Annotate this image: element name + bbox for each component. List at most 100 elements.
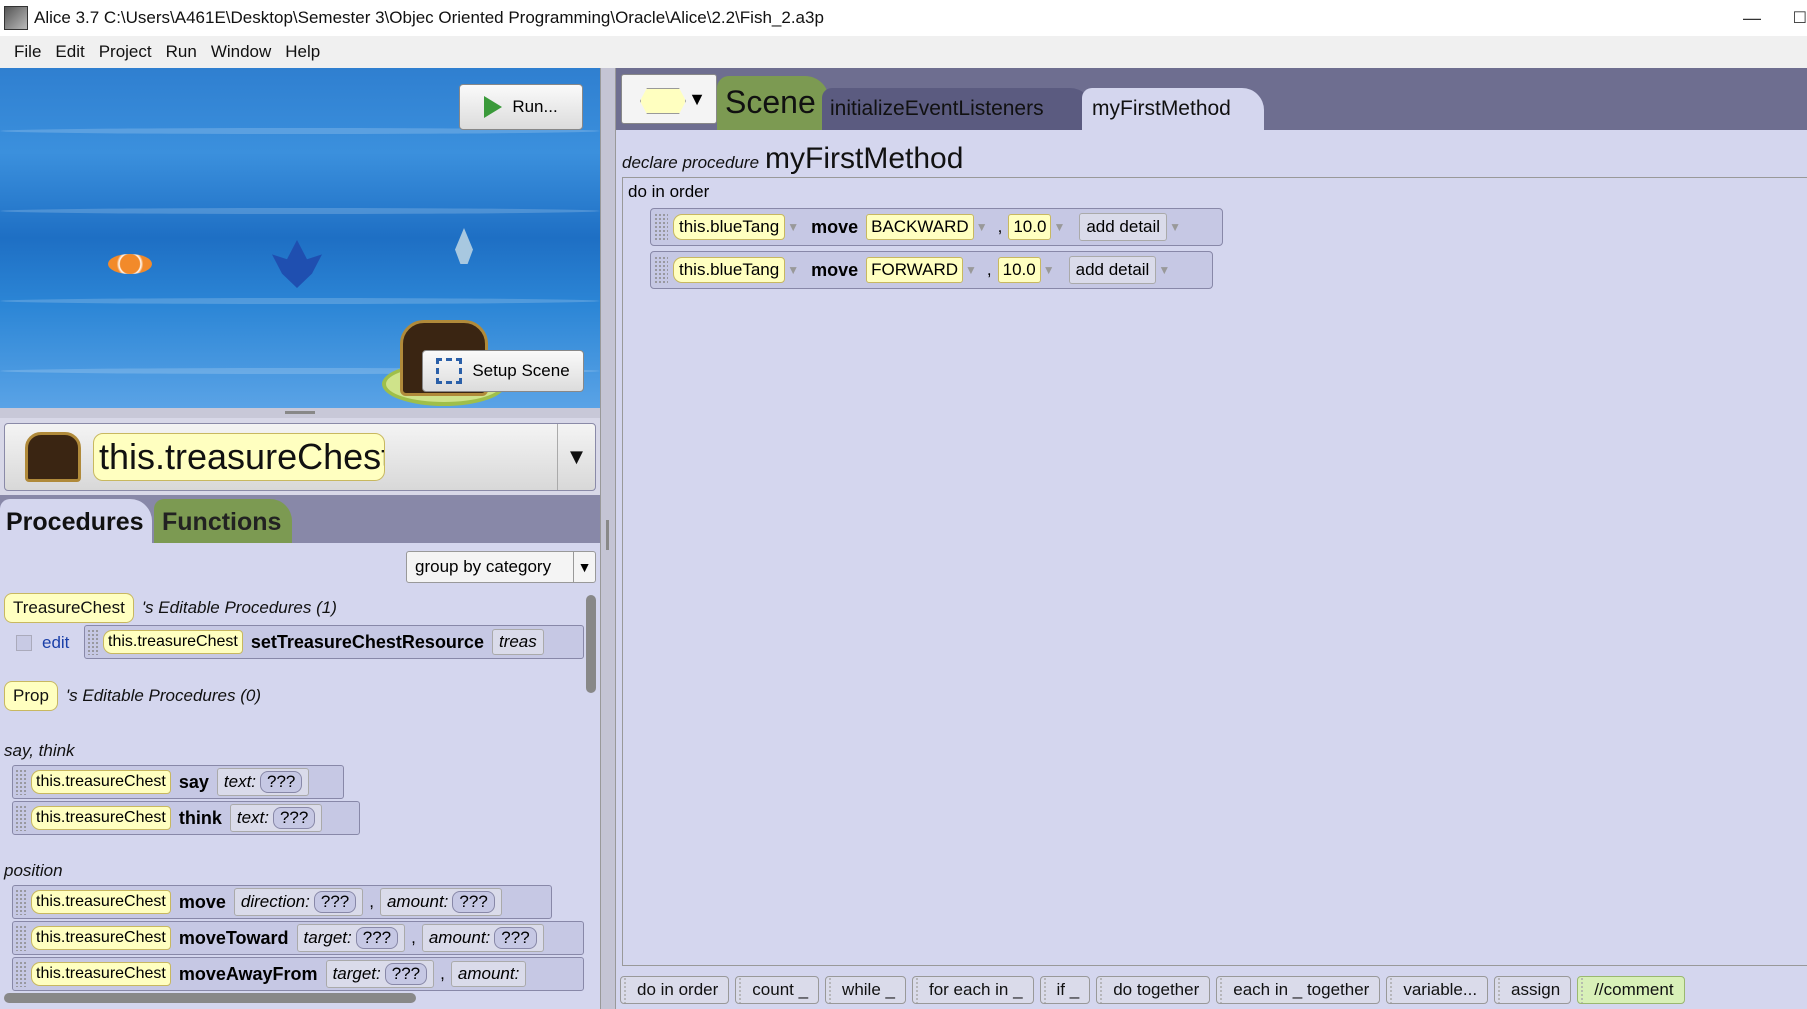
- param-value[interactable]: ???: [355, 927, 399, 949]
- left-tab-strip: Procedures Functions: [0, 495, 600, 543]
- clownfish-model[interactable]: [108, 254, 152, 274]
- control-variable[interactable]: variable...: [1386, 975, 1489, 1004]
- object-selector[interactable]: this.treasureChest ▼: [4, 423, 596, 491]
- control-assign[interactable]: assign: [1494, 975, 1572, 1004]
- tab-procedures[interactable]: Procedures: [0, 499, 152, 543]
- param-value[interactable]: ???: [272, 807, 316, 829]
- direction-chip[interactable]: BACKWARD: [866, 214, 974, 240]
- chevron-down-icon[interactable]: ▼: [1043, 263, 1055, 277]
- procedure-block[interactable]: this.treasureChest moveToward target:???…: [12, 921, 584, 955]
- menu-run[interactable]: Run: [166, 42, 197, 62]
- statement-block[interactable]: this.blueTang ▼ move BACKWARD ▼ , 10.0 ▼ ad…: [650, 208, 1223, 246]
- procedure-block[interactable]: this.treasureChest think text:???: [12, 801, 360, 835]
- method-name: think: [178, 807, 222, 828]
- control-while[interactable]: while _: [825, 975, 906, 1004]
- menu-bar: File Edit Project Run Window Help: [0, 36, 1807, 68]
- menu-window[interactable]: Window: [211, 42, 271, 62]
- direction-chip[interactable]: FORWARD: [866, 257, 963, 283]
- procedure-block[interactable]: this.treasureChest setTreasureChestResou…: [84, 625, 584, 659]
- tab-functions[interactable]: Functions: [154, 499, 292, 543]
- chevron-down-icon[interactable]: ▼: [1158, 263, 1170, 277]
- drag-handle-icon[interactable]: [87, 629, 99, 655]
- left-splitter[interactable]: [0, 408, 600, 418]
- object-chip[interactable]: this.blueTang: [673, 257, 786, 283]
- drag-handle-icon[interactable]: [15, 925, 27, 951]
- vertical-scrollbar[interactable]: [586, 595, 596, 693]
- control-comment[interactable]: //comment: [1577, 975, 1685, 1004]
- edit-link[interactable]: edit: [42, 633, 69, 653]
- procedure-block[interactable]: this.treasureChest move direction:??? , …: [12, 885, 552, 919]
- procedure-block[interactable]: this.treasureChest moveAwayFrom target:?…: [12, 957, 584, 991]
- control-do-together[interactable]: do together: [1096, 975, 1211, 1004]
- window-edge-icon[interactable]: ☐: [1793, 8, 1807, 28]
- menu-file[interactable]: File: [14, 42, 41, 62]
- method-name: moveToward: [178, 927, 289, 948]
- run-button[interactable]: Run...: [459, 84, 583, 130]
- param-value[interactable]: ???: [384, 963, 428, 985]
- control-each-in-together[interactable]: each in _ together: [1216, 975, 1381, 1004]
- param-value[interactable]: ???: [260, 771, 303, 793]
- chevron-down-icon[interactable]: ▼: [787, 220, 799, 234]
- chevron-down-icon[interactable]: ▼: [1053, 220, 1065, 234]
- drag-handle-icon[interactable]: [654, 256, 668, 284]
- object-chip[interactable]: this.treasureChest: [103, 630, 243, 654]
- chevron-down-icon: ▼: [688, 89, 706, 109]
- horizontal-scrollbar[interactable]: [4, 993, 416, 1003]
- object-chip[interactable]: this.treasureChest: [31, 770, 171, 794]
- code-editor[interactable]: declare procedure myFirstMethod do in or…: [616, 130, 1807, 1009]
- param-value[interactable]: ???: [452, 891, 495, 913]
- param-label: treas: [498, 632, 537, 651]
- param-value[interactable]: ???: [494, 927, 537, 949]
- tab-scene[interactable]: Scene: [717, 76, 829, 130]
- procedure-block[interactable]: this.treasureChest say text:???: [12, 765, 344, 799]
- setup-scene-button[interactable]: Setup Scene: [422, 350, 584, 392]
- object-chip[interactable]: this.treasureChest: [31, 962, 171, 986]
- chevron-down-icon[interactable]: ▼: [976, 220, 988, 234]
- type-prop[interactable]: Prop: [4, 681, 58, 711]
- drag-handle-icon[interactable]: [654, 213, 668, 241]
- menu-help[interactable]: Help: [285, 42, 320, 62]
- main-splitter[interactable]: [600, 68, 616, 1009]
- object-chip[interactable]: this.blueTang: [673, 214, 786, 240]
- chevron-down-icon[interactable]: ▼: [1169, 220, 1181, 234]
- type-treasurechest[interactable]: TreasureChest: [4, 593, 134, 623]
- control-if[interactable]: if _: [1039, 975, 1091, 1004]
- tab-initialize-event-listeners[interactable]: initializeEventListeners: [822, 88, 1092, 130]
- chevron-down-icon[interactable]: ▼: [787, 263, 799, 277]
- param-value[interactable]: ???: [313, 891, 357, 913]
- control-count[interactable]: count _: [735, 975, 820, 1004]
- menu-project[interactable]: Project: [99, 42, 152, 62]
- drag-handle-icon[interactable]: [15, 805, 27, 831]
- statement-block[interactable]: this.blueTang ▼ move FORWARD ▼ , 10.0 ▼ add…: [650, 251, 1213, 289]
- amount-chip[interactable]: 10.0: [1008, 214, 1052, 240]
- do-in-order-block[interactable]: [622, 178, 1807, 966]
- method-name: move: [811, 259, 859, 280]
- group-by-value: group by category: [415, 557, 552, 576]
- tab-my-first-method[interactable]: myFirstMethod: [1082, 88, 1264, 130]
- drag-handle-icon[interactable]: [15, 961, 27, 987]
- drag-handle-icon[interactable]: [15, 769, 27, 795]
- small-fish-model[interactable]: [455, 228, 473, 264]
- blue-tang-model[interactable]: [272, 240, 322, 288]
- control-do-in-order[interactable]: do in order: [620, 975, 730, 1004]
- object-chip[interactable]: this.treasureChest: [31, 806, 171, 830]
- chevron-down-icon[interactable]: ▼: [557, 424, 595, 490]
- add-detail-button[interactable]: add detail: [1079, 213, 1168, 241]
- chevron-down-icon[interactable]: ▼: [573, 552, 595, 582]
- run-label: Run...: [512, 97, 558, 116]
- object-chip[interactable]: this.treasureChest: [31, 926, 171, 950]
- group-by-select[interactable]: group by category ▼: [406, 551, 596, 583]
- add-detail-button[interactable]: add detail: [1068, 256, 1157, 284]
- drag-handle-icon[interactable]: [15, 889, 27, 915]
- menu-edit[interactable]: Edit: [55, 42, 84, 62]
- param-chip: direction:???: [233, 888, 364, 916]
- chevron-down-icon[interactable]: ▼: [965, 263, 977, 277]
- control-for-each-in[interactable]: for each in _: [911, 975, 1034, 1004]
- object-chip[interactable]: this.treasureChest: [31, 890, 171, 914]
- treasure-chest-thumbnail: [25, 432, 81, 482]
- amount-chip[interactable]: 10.0: [997, 257, 1041, 283]
- minimize-icon[interactable]: —: [1743, 8, 1761, 29]
- method-name: move: [178, 891, 226, 912]
- type-selector[interactable]: ▼: [621, 74, 717, 124]
- splitter-grip-icon: [606, 520, 609, 550]
